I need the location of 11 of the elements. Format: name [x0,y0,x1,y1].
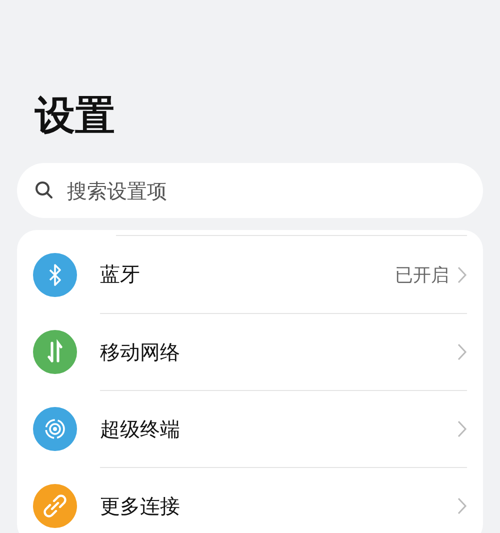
chevron-icon[interactable] [457,497,467,515]
chevron-icon[interactable] [457,420,467,438]
status-text: 已开启 [395,264,449,286]
setting-label[interactable]: 超级终端 [100,416,457,442]
setting-label[interactable]: 更多连接 [100,492,457,520]
chevron-icon[interactable] [457,343,467,361]
chevron-icon[interactable] [457,266,467,284]
setting-label[interactable]: 移动网络 [100,338,457,366]
page-title: 设置 [35,92,115,141]
setting-label[interactable]: 蓝牙 [100,261,395,288]
search-field[interactable]: 搜索设置项 [17,163,483,218]
